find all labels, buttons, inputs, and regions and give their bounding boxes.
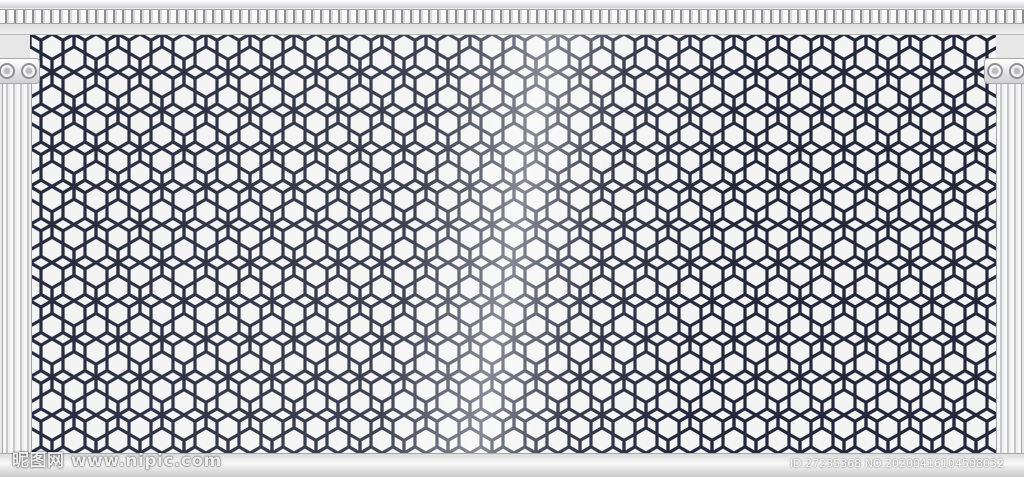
volute-icon xyxy=(987,63,1003,79)
top-frieze xyxy=(0,0,1024,35)
volute-icon xyxy=(21,63,37,79)
image-id-stamp: ID:27235368 NO:20200416104508032 xyxy=(789,457,1004,470)
right-column-capital xyxy=(984,58,1024,84)
frieze-dentils xyxy=(0,9,1024,24)
wall-mural-scene: 昵图网 www.nipic.com ID:27235368 NO:2020041… xyxy=(0,0,1024,477)
right-column xyxy=(984,34,1024,477)
volute-icon xyxy=(0,63,15,79)
volute-icon xyxy=(1009,63,1024,79)
left-column xyxy=(0,34,40,477)
geometric-pattern-panel xyxy=(30,34,996,454)
site-watermark: 昵图网 www.nipic.com xyxy=(12,451,222,471)
star-lattice-pattern xyxy=(30,34,996,454)
right-column-shaft xyxy=(996,84,1022,477)
frieze-cornice xyxy=(0,0,1024,8)
left-column-shaft xyxy=(2,84,32,477)
left-column-capital xyxy=(0,58,40,84)
